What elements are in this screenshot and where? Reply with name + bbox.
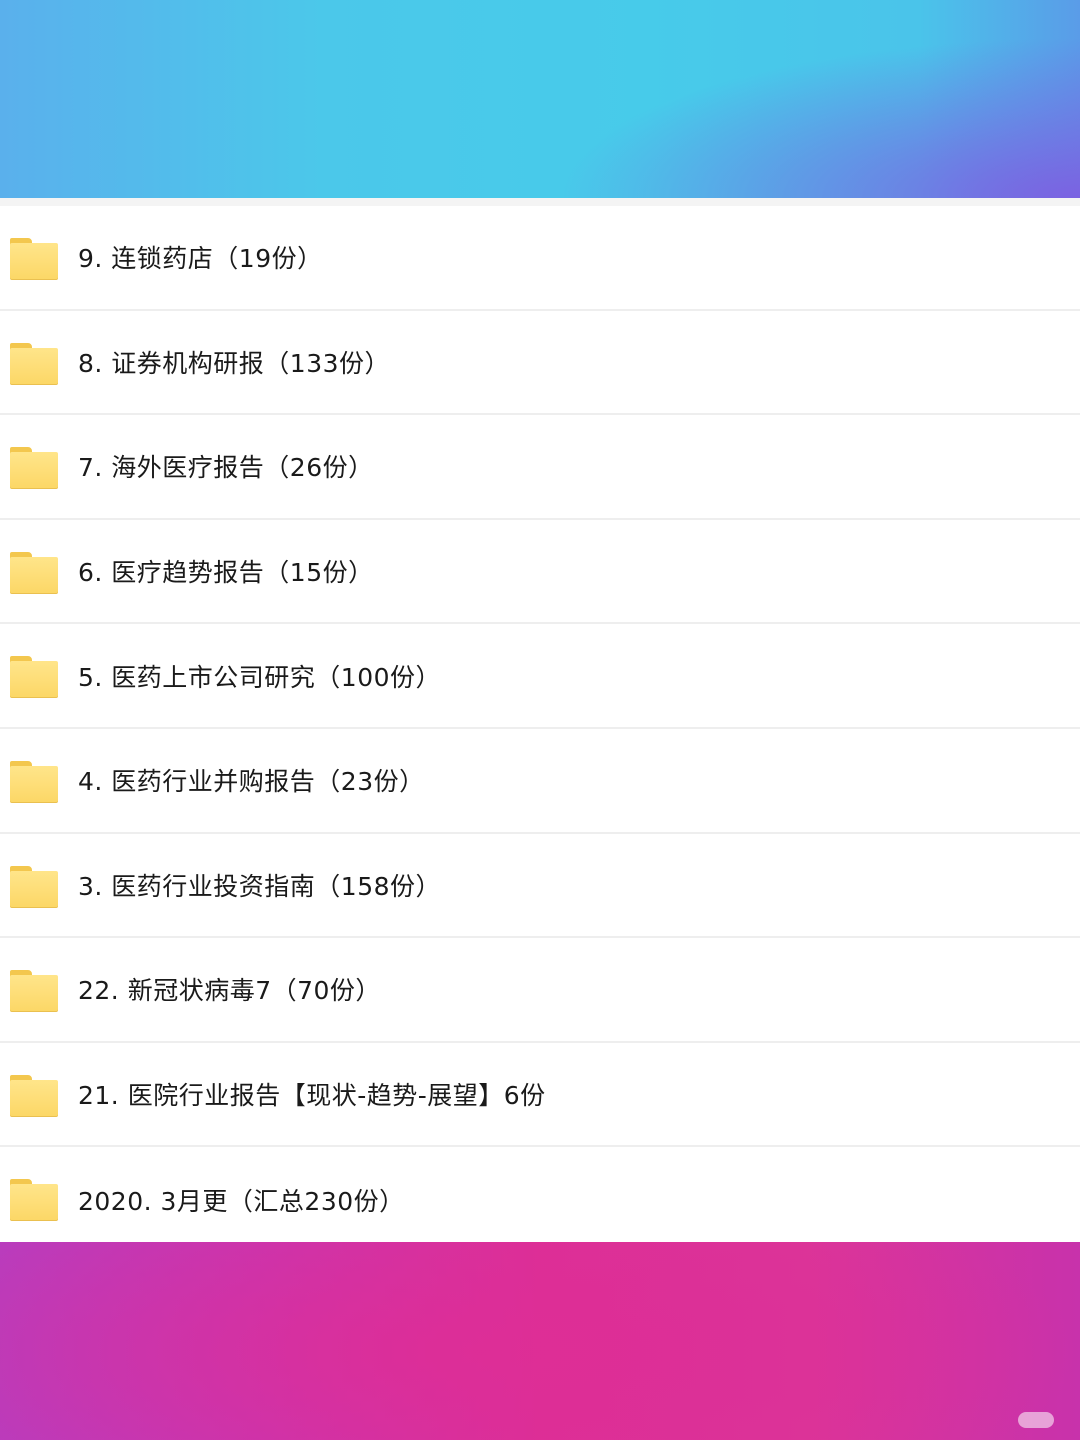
folder-icon — [10, 238, 58, 280]
folder-item[interactable]: 2020. 3月更（汇总230份） — [0, 1147, 1080, 1252]
folder-icon — [10, 1074, 58, 1117]
folder-label: 3. 医药行业投资指南（158份） — [78, 871, 442, 901]
bottom-banner — [0, 1242, 1080, 1440]
folder-icon — [10, 1179, 58, 1222]
folder-label: 5. 医药上市公司研究（100份） — [78, 662, 442, 692]
folder-item[interactable]: 6. 医疗趋势报告（15份） — [0, 519, 1080, 625]
folder-icon — [10, 447, 58, 490]
folder-item[interactable]: 9. 连锁药店（19份） — [0, 206, 1080, 311]
folder-label: 8. 证券机构研报（133份） — [78, 348, 391, 378]
folder-icon — [10, 342, 58, 385]
folder-list: 9. 连锁药店（19份） 8. 证券机构研报（133份） 7. 海外医疗报告（2… — [0, 206, 1080, 1252]
folder-label: 7. 海外医疗报告（26份） — [78, 453, 374, 483]
folder-item[interactable]: 8. 证券机构研报（133份） — [0, 310, 1080, 416]
folder-icon — [10, 865, 58, 908]
divider — [0, 198, 1080, 206]
folder-label: 22. 新冠状病毒7（70份） — [78, 976, 381, 1006]
folder-label: 4. 医药行业并购报告（23份） — [78, 767, 425, 797]
folder-item[interactable]: 5. 医药上市公司研究（100份） — [0, 624, 1080, 729]
folder-label: 21. 医院行业报告【现状-趋势-展望】6份 — [78, 1081, 546, 1111]
folder-item[interactable]: 22. 新冠状病毒7（70份） — [0, 938, 1080, 1043]
folder-item[interactable]: 7. 海外医疗报告（26份） — [0, 415, 1080, 520]
folder-icon — [10, 551, 58, 594]
folder-icon — [10, 656, 58, 699]
folder-label: 9. 连锁药店（19份） — [78, 244, 323, 274]
folder-item[interactable]: 3. 医药行业投资指南（158份） — [0, 833, 1080, 939]
folder-icon — [10, 760, 58, 803]
folder-label: 6. 医疗趋势报告（15份） — [78, 558, 374, 588]
folder-item[interactable]: 21. 医院行业报告【现状-趋势-展望】6份 — [0, 1042, 1080, 1148]
folder-label: 2020. 3月更（汇总230份） — [78, 1186, 405, 1216]
folder-icon — [10, 970, 58, 1013]
watermark — [1018, 1412, 1054, 1428]
top-banner — [0, 0, 1080, 198]
folder-item[interactable]: 4. 医药行业并购报告（23份） — [0, 728, 1080, 834]
